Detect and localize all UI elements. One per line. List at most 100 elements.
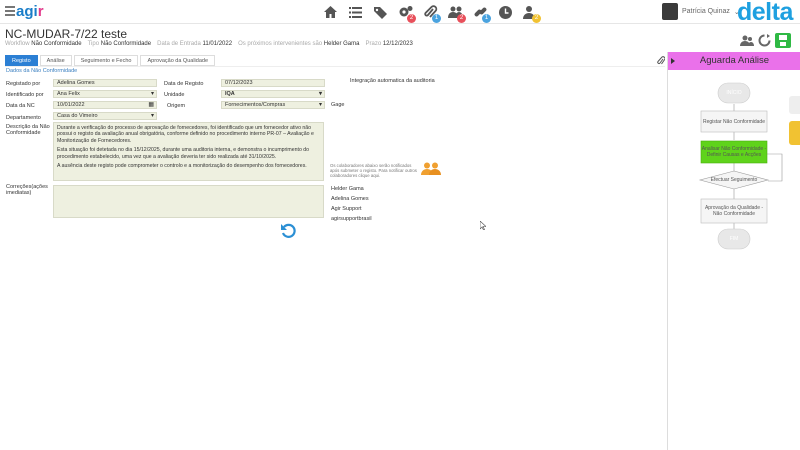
- delta-brand: delta: [737, 0, 793, 26]
- calendar-icon[interactable]: ▦: [148, 102, 154, 108]
- flow-step1-label: Registar Não Conformidade: [703, 118, 765, 125]
- tab-an-lise[interactable]: Análise: [39, 55, 72, 66]
- clock-button[interactable]: [493, 3, 518, 21]
- departamento-select[interactable]: Casa do Vimeiro: [53, 112, 157, 120]
- collaborators-info[interactable]: Os colaboradores abaixo serão notificado…: [330, 163, 420, 178]
- collaborator-item: Agir Support: [331, 206, 362, 212]
- tab-bar: Registo Análise Seguimento e Fecho Aprovaçã…: [5, 55, 216, 66]
- page-title: NC-MUDAR-7/22 teste: [5, 27, 128, 41]
- avatar: [662, 3, 678, 20]
- meta-label: Prazo: [365, 41, 383, 47]
- collaborators-list: Helder Gama Adelina Gomes Agir Support agir…: [331, 184, 372, 224]
- list-icon: [349, 6, 362, 18]
- meta-item: Workflow Não Conformidade: [5, 41, 82, 47]
- notification-badge: 1: [432, 14, 441, 23]
- alert-side-tab[interactable]: [789, 121, 800, 145]
- mouse-cursor-icon: [480, 221, 486, 230]
- meta-value: Não Conformidade: [100, 41, 152, 47]
- meta-value: Não Conformidade: [31, 41, 82, 47]
- record-actions: [740, 33, 791, 48]
- data-nc-value: 10/01/2022: [57, 102, 85, 108]
- flow-start-label: INÍCIO: [726, 90, 742, 96]
- departamento-label: Departamento: [6, 115, 41, 121]
- notification-badge: 2: [457, 14, 466, 23]
- notification-badge: 2: [407, 14, 416, 23]
- meta-label: Workflow: [5, 41, 32, 47]
- home-icon: [324, 5, 337, 18]
- users-button[interactable]: 2: [443, 3, 468, 23]
- link-button[interactable]: 1: [468, 3, 493, 23]
- meta-item: Prazo 12/12/2023: [365, 41, 412, 47]
- paperclip-icon[interactable]: [657, 56, 665, 66]
- tab-aprova-o-da-qualidade[interactable]: Aprovação da Qualidade: [140, 55, 216, 66]
- clock-icon: [499, 5, 512, 19]
- identificado-por-select[interactable]: Ana Felix: [53, 90, 157, 98]
- correcoes-label: Correções(ações imediatas): [6, 184, 48, 196]
- notification-badge: 1: [482, 14, 491, 23]
- meta-label: Tipo: [87, 41, 101, 47]
- correcoes-textarea[interactable]: [53, 185, 324, 218]
- gage-label: Gage: [331, 102, 345, 108]
- unidade-label: Unidade: [164, 92, 185, 98]
- meta-value: 11/01/2022: [202, 41, 233, 47]
- tab-seguimento-e-fecho[interactable]: Seguimento e Fecho: [73, 55, 139, 66]
- data-registo-label: Data de Registo: [164, 81, 204, 87]
- flow-step3-label: Efectuar Seguimento: [710, 177, 758, 183]
- user-alert-button[interactable]: 2: [518, 3, 543, 23]
- meta-label: Data de Entrada: [157, 41, 203, 47]
- logo-text: agir: [16, 3, 44, 20]
- workflow-panel: Aguarda Análise INÍCIO Registar Não Conf…: [667, 52, 800, 450]
- data-nc-label: Data da NC: [6, 103, 35, 109]
- users-icon[interactable]: [740, 35, 754, 47]
- tab-registo[interactable]: Registo: [5, 55, 38, 66]
- undo-icon[interactable]: [280, 222, 296, 238]
- descricao-label: Descrição da Não Conformidade: [6, 124, 50, 136]
- flow-step4-label: Aprovação da Qualidade - Não Conformidad…: [704, 205, 764, 217]
- flow-end-label: FIM: [729, 236, 739, 242]
- data-registo-field[interactable]: 07/12/2023: [221, 79, 325, 87]
- collaborator-item: Helder Gama: [331, 186, 364, 192]
- meta-item: Data de Entrada 11/01/2022: [157, 41, 232, 47]
- refresh-icon[interactable]: [758, 34, 771, 47]
- tags-icon: [374, 6, 387, 19]
- origem-label: Origem: [167, 103, 186, 109]
- descricao-paragraph-3: A ausência deste registo pode compromete…: [57, 163, 307, 170]
- registado-por-field[interactable]: Adelina Gomes: [53, 79, 157, 87]
- flow-step2-label: Analisar Não Conformidade - Definir Caus…: [701, 146, 767, 158]
- people-icon[interactable]: [421, 162, 441, 175]
- registado-por-label: Registado por: [6, 81, 41, 87]
- collaborator-item: agirsupportbrasil: [331, 216, 372, 222]
- agir-logo[interactable]: agir: [16, 3, 44, 20]
- tags-button[interactable]: [368, 3, 393, 21]
- meta-value: Helder Gama: [323, 41, 360, 47]
- list-button[interactable]: [343, 3, 368, 21]
- top-bar: agir 2 1 2 1 2 Patrícia Quinaz ⌄ delta: [0, 0, 800, 26]
- meta-item: Tipo Não Conformidade: [88, 41, 152, 47]
- menu-icon[interactable]: [5, 6, 15, 16]
- save-button[interactable]: [775, 33, 791, 48]
- home-button[interactable]: [318, 3, 343, 21]
- meta-label: Os próximos intervenientes são: [238, 41, 324, 47]
- meta-item: Os próximos intervenientes são Helder Ga…: [238, 41, 359, 47]
- section-title: Dados da Não Conformidade: [6, 68, 78, 74]
- paperclip-button[interactable]: 1: [418, 3, 443, 23]
- identificado-por-label: Identificado por: [6, 92, 44, 98]
- origem-select[interactable]: Fornecimentos/Compras: [221, 101, 325, 109]
- data-nc-field[interactable]: 10/01/2022 ▦: [53, 101, 157, 109]
- divider: [5, 66, 665, 67]
- meta-value: 12/12/2023: [382, 41, 413, 47]
- record-meta: Workflow Não Conformidade Tipo Não Confor…: [5, 41, 413, 47]
- unidade-select[interactable]: IQA: [221, 90, 325, 98]
- integration-label: Integração automatica da auditoria: [350, 78, 435, 84]
- user-name: Patrícia Quinaz: [682, 8, 730, 15]
- notification-badge: 2: [532, 14, 541, 23]
- top-icons: 2 1 2 1 2: [318, 3, 543, 23]
- collaborator-item: Adelina Gomes: [331, 196, 369, 202]
- descricao-paragraph-1: Durante a verificação do processo de apr…: [57, 125, 314, 144]
- chat-side-tab[interactable]: [789, 96, 800, 114]
- user-menu[interactable]: Patrícia Quinaz ⌄: [662, 3, 740, 20]
- gears-button[interactable]: 2: [393, 3, 418, 23]
- descricao-textarea[interactable]: Durante a verificação do processo de apr…: [53, 122, 324, 181]
- save-icon: [779, 35, 787, 46]
- descricao-paragraph-2: Esta situação foi detetada no dia 15/12/…: [57, 147, 310, 160]
